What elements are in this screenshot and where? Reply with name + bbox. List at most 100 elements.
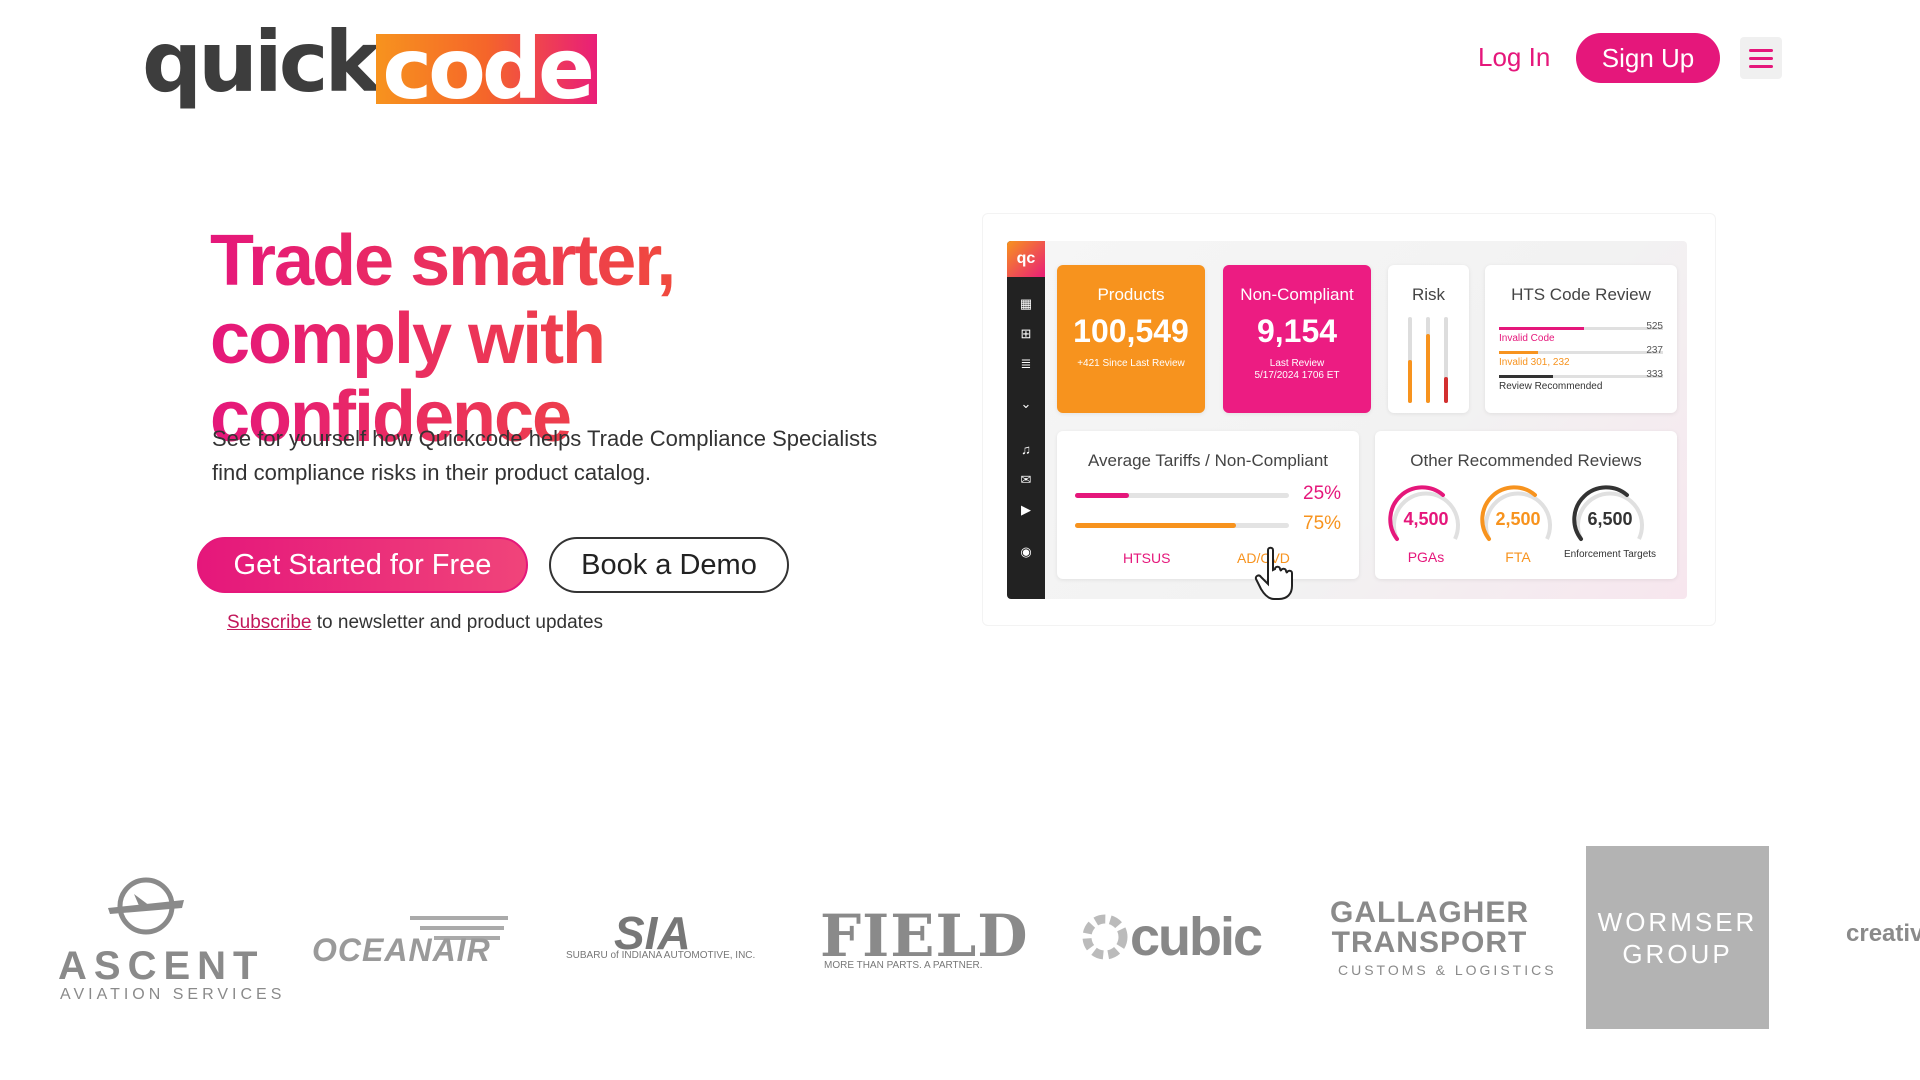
hero-title-line1: Trade smarter, (210, 221, 675, 301)
subscribe-text: to newsletter and product updates (311, 612, 604, 633)
gallagher-subtitle: CUSTOMS & LOGISTICS (1338, 962, 1557, 978)
hts-row-label: Invalid Code (1499, 333, 1555, 344)
gallagher-logo: GALLAGHER TRANSPORT (1330, 898, 1529, 958)
subscribe-link[interactable]: Subscribe (227, 612, 312, 633)
gauge-label: FTA (1505, 549, 1531, 565)
hero-title: Trade smarter, comply with confidence (210, 222, 970, 456)
risk-bar (1444, 317, 1448, 403)
hero-subtitle-line2: find compliance risks in their product c… (212, 460, 651, 485)
ascent-plane-icon (108, 877, 184, 935)
tariff-bar-fill (1075, 523, 1236, 528)
hamburger-menu-button[interactable] (1740, 37, 1782, 79)
hts-row-value: 237 (1646, 345, 1663, 356)
quickcode-logo[interactable]: quick code (142, 13, 597, 111)
dashboard-preview: qc ▦ ⊞ ≣ ⌄ ♫ ✉ ▶ ◉ Products 100,549 +421… (1007, 241, 1687, 599)
hts-bar (1499, 375, 1663, 378)
hts-row-value: 333 (1646, 369, 1663, 380)
hamburger-icon (1749, 48, 1773, 52)
gauge-value: 2,500 (1495, 509, 1541, 529)
dashboard-sidebar: qc ▦ ⊞ ≣ ⌄ ♫ ✉ ▶ ◉ (1007, 241, 1045, 599)
field-subtitle: MORE THAN PARTS. A PARTNER. (824, 960, 983, 971)
hts-bar-fill (1499, 351, 1539, 354)
gallagher-line2: TRANSPORT (1331, 926, 1528, 959)
gauge-label: PGAs (1407, 549, 1445, 565)
hts-bar-fill (1499, 375, 1554, 378)
customer-logos: ASCENT AVIATION SERVICES OCEANAIR SIA SU… (0, 840, 1920, 1040)
add-icon: ⊞ (1020, 326, 1032, 341)
gauge-label: Enforcement Targets (1563, 549, 1657, 560)
cubic-mark-icon (1082, 914, 1128, 960)
dashboard-brand-badge: qc (1007, 241, 1045, 277)
book-demo-button[interactable]: Book a Demo (549, 537, 789, 593)
noncompliant-value: 9,154 (1256, 313, 1338, 349)
wormser-line2: GROUP (1622, 938, 1733, 969)
other-reviews-card: Other Recommended Reviews 4,500 PGAs 2,500… (1375, 431, 1677, 579)
noncompliant-card: Non-Compliant 9,154 Last Review 5/17/202… (1223, 265, 1371, 413)
login-link[interactable]: Log In (1478, 42, 1550, 73)
risk-bar (1408, 317, 1412, 403)
hts-row-value: 525 (1646, 321, 1663, 332)
ascent-logo (60, 840, 250, 1040)
wormser-logo: WORMSER GROUP (1586, 846, 1769, 1029)
hts-bar (1499, 327, 1663, 330)
hts-review-label: HTS Code Review (1511, 285, 1651, 304)
noncompliant-note-line2: 5/17/2024 1706 ET (1254, 370, 1340, 381)
risk-label: Risk (1411, 285, 1446, 304)
gauge-value: 6,500 (1587, 509, 1633, 529)
risk-bar-fill (1408, 360, 1412, 403)
list-icon: ≣ (1020, 356, 1032, 371)
subscribe-line: Subscribe to newsletter and product upda… (227, 612, 603, 634)
chevron-down-icon: ⌄ (1020, 396, 1032, 411)
creative-logo: creativ (1846, 920, 1920, 947)
hand-cursor-icon (1254, 546, 1293, 600)
hero-subtitle-line1: See for yourself how Quickcode helps Tra… (212, 426, 878, 451)
risk-bar-fill (1444, 377, 1448, 403)
ascent-name: ASCENT (58, 944, 265, 988)
logo-code-text: code (376, 27, 597, 111)
average-tariffs-label: Average Tariffs / Non-Compliant (1087, 451, 1328, 470)
mail-icon: ✉ (1020, 472, 1032, 487)
signup-button[interactable]: Sign Up (1576, 33, 1720, 83)
ascent-subtitle: AVIATION SERVICES (60, 986, 286, 1003)
logo-quick-text: quick (142, 13, 380, 111)
hts-row-label: Invalid 301, 232 (1499, 357, 1570, 368)
cubic-logo: cubic (1130, 907, 1263, 967)
tariff-percent: 75% (1303, 513, 1342, 534)
tariff-bar (1075, 523, 1289, 528)
other-reviews-label: Other Recommended Reviews (1410, 451, 1642, 470)
wormser-line1: WORMSER (1597, 906, 1758, 937)
hts-row-label: Review Recommended (1499, 381, 1603, 392)
hts-bar-fill (1499, 327, 1585, 330)
hamburger-icon (1749, 64, 1773, 68)
grid-icon: ▦ (1019, 296, 1033, 311)
axis-htsus: HTSUS (1123, 550, 1171, 566)
products-label: Products (1097, 285, 1165, 304)
play-icon: ▶ (1021, 502, 1031, 517)
risk-bar-fill (1426, 334, 1430, 403)
hts-review-card: HTS Code Review Invalid Code 525 Invalid 3… (1485, 265, 1677, 413)
hamburger-icon (1749, 56, 1773, 60)
risk-bar (1426, 317, 1430, 403)
tariff-bar-fill (1075, 493, 1129, 498)
tariff-bar (1075, 493, 1289, 498)
sia-subtitle: SUBARU of INDIANA AUTOMOTIVE, INC. (566, 950, 756, 961)
tariff-percent: 25% (1303, 483, 1342, 504)
gauge-value: 4,500 (1403, 509, 1449, 529)
products-note: +421 Since Last Review (1077, 358, 1185, 369)
site-header: quick code Log In Sign Up (0, 0, 1920, 120)
hero-subtitle: See for yourself how Quickcode helps Tra… (212, 422, 972, 490)
gallagher-line1: GALLAGHER (1330, 896, 1529, 929)
noncompliant-note: Last Review 5/17/2024 1706 ET (1223, 358, 1371, 382)
noncompliant-label: Non-Compliant (1240, 285, 1354, 304)
products-value: 100,549 (1073, 313, 1189, 349)
risk-card: Risk (1388, 265, 1469, 413)
get-started-button[interactable]: Get Started for Free (197, 537, 528, 593)
bell-icon: ♫ (1021, 442, 1031, 457)
hts-bar (1499, 351, 1663, 354)
oceanair-logo: OCEANAIR (312, 932, 491, 968)
noncompliant-note-line1: Last Review (1269, 358, 1325, 369)
risk-bars (1408, 317, 1452, 403)
average-tariffs-card: Average Tariffs / Non-Compliant 25% 75% H… (1057, 431, 1359, 579)
products-card: Products 100,549 +421 Since Last Review (1057, 265, 1205, 413)
avatar-icon: ◉ (1020, 544, 1032, 559)
